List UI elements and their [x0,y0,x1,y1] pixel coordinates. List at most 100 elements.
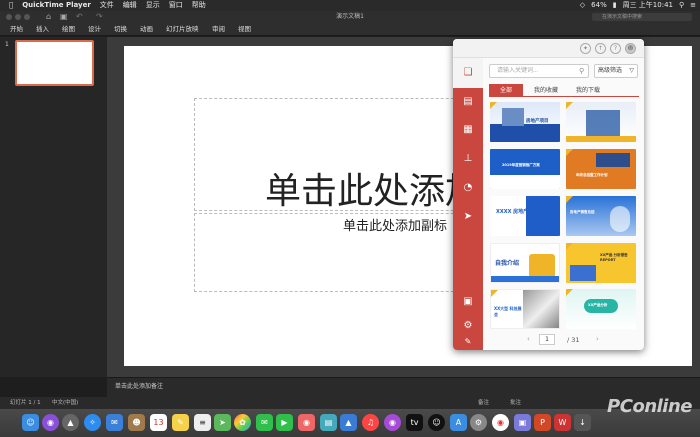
maps-icon[interactable]: ➤ [214,414,231,431]
template-1-label: 房地产项目 [526,119,549,124]
apple-icon[interactable]:  [9,0,13,11]
tab-slideshow[interactable]: 幻灯片放映 [166,23,199,36]
advanced-filter-label: 高级筛选 [598,67,623,74]
downloads-icon[interactable]: ↓ [574,414,591,431]
reminders-icon[interactable]: ≡ [194,414,211,431]
system-preferences-icon[interactable]: ⚙ [470,414,487,431]
siri-icon[interactable]: ◉ [42,414,59,431]
apple-tv-icon[interactable]: tv [406,414,423,431]
battery-percent: 64% [591,1,607,9]
safari-icon[interactable]: ✧ [84,414,101,431]
user-avatar[interactable]: ☻ [625,43,636,54]
numbers-icon[interactable]: ▤ [320,414,337,431]
tab-all[interactable]: 全部 [489,84,523,97]
search-icon[interactable]: ⚲ [579,67,584,75]
tab-favorites[interactable]: 我的收藏 [527,84,565,97]
page-total: / 31 [567,336,580,344]
tab-home[interactable]: 开始 [10,23,23,36]
notes-toggle[interactable]: 备注 [478,397,489,409]
template-thumb-8[interactable]: XX产品 分析报告 REPORT [566,243,636,283]
keynote-icon[interactable]: ▲ [340,414,357,431]
menu-edit[interactable]: 编辑 [123,0,137,11]
template-thumb-7[interactable]: 自我介绍 [490,243,560,283]
slide-thumbnail[interactable] [15,40,94,86]
bookmark-icon[interactable]: ❏ [462,67,474,79]
grid-icon[interactable]: ▦ [462,124,474,136]
tab-animations[interactable]: 动画 [140,23,153,36]
tab-transitions[interactable]: 切换 [114,23,127,36]
template-6-label: 房地产销售总结 [570,210,595,214]
chart-icon[interactable]: ◔ [462,182,474,194]
menu-app-name[interactable]: QuickTime Player [22,0,91,11]
help-icon[interactable]: ? [610,43,621,54]
app-icon[interactable]: ▣ [514,414,531,431]
finder-icon[interactable]: ☺ [22,414,39,431]
page-number-input[interactable]: 1 [539,334,555,345]
template-thumb-6[interactable]: 房地产销售总结 [566,196,636,236]
layout-icon[interactable]: ▤ [462,96,474,108]
contacts-icon[interactable]: ☻ [128,414,145,431]
app-store-icon[interactable]: A [450,414,467,431]
music-icon[interactable]: ♫ [362,414,379,431]
menu-file[interactable]: 文件 [100,0,114,11]
template-thumb-4[interactable]: 年终总结暨工作计划 [566,149,636,189]
wifi-icon[interactable]: ◇ [580,0,585,11]
tab-view[interactable]: 视图 [238,23,251,36]
template-thumb-1[interactable]: 房地产项目 [490,102,560,142]
mail-icon[interactable]: ✉ [106,414,123,431]
template-thumb-5[interactable]: XXXX 房地产业 [490,196,560,236]
photo-booth-icon[interactable]: ◉ [298,414,315,431]
powerpoint-icon[interactable]: P [534,414,551,431]
menu-window[interactable]: 窗口 [169,0,183,11]
notes-pane[interactable]: 单击此处添加备注 [107,377,700,397]
tab-review[interactable]: 审阅 [212,23,225,36]
wps-icon[interactable]: W [554,414,571,431]
notes-app-icon[interactable]: ✎ [172,414,189,431]
battery-icon[interactable]: ▮ [613,0,617,11]
tab-downloads[interactable]: 我的下载 [569,84,607,97]
title-placeholder-text[interactable]: 单击此处添加 [265,162,481,214]
tab-draw[interactable]: 绘图 [62,23,75,36]
comments-toggle[interactable]: 批注 [510,397,521,409]
facetime-icon[interactable]: ▶ [276,414,293,431]
qq-icon[interactable]: ☺ [428,414,445,431]
language-indicator[interactable]: 中文(中国) [52,397,78,409]
slide-thumbnail-number: 1 [5,41,9,48]
template-4-label: 年终总结暨工作计划 [576,173,608,177]
slide-count: 幻灯片 1 / 1 [10,400,41,406]
calendar-icon[interactable]: 13 [150,414,167,431]
subtitle-placeholder-text[interactable]: 单击此处添加副标 [343,215,447,234]
template-thumb-10[interactable]: XX产品分析 [566,289,636,329]
prev-page-icon[interactable]: ‹ [527,335,530,343]
watermark-logo: PConline [607,396,692,417]
pin-icon[interactable]: ↑ [595,43,606,54]
template-thumb-3[interactable]: 2019年度营销推广方案 [490,149,560,189]
org-chart-icon[interactable]: ⊥ [462,153,474,165]
tab-design[interactable]: 设计 [88,23,101,36]
settings-icon[interactable]: ✦ [580,43,591,54]
template-thumb-9[interactable]: XX大型 科技展会 [490,289,560,329]
menu-help[interactable]: 帮助 [192,0,206,11]
clock[interactable]: 周三 上午10:41 [623,0,673,11]
menu-view[interactable]: 显示 [146,0,160,11]
advanced-filter-button[interactable]: 高级筛选 ▽ [594,64,638,78]
chrome-icon[interactable]: ◉ [492,414,509,431]
rocket-icon[interactable]: ➤ [462,211,474,223]
next-page-icon[interactable]: › [596,335,599,343]
template-5-label: XXXX 房地产业 [496,209,534,215]
template-search-input[interactable] [489,64,589,78]
messages-icon[interactable]: ✉ [256,414,273,431]
podcasts-icon[interactable]: ◉ [384,414,401,431]
window-icon[interactable]: ▣ [462,296,474,308]
template-panel: ✦ ↑ ? ☻ ❏ ▤ ▦ ⊥ ◔ ➤ ▣ ⚙ ✎ ⚲ 高级筛选 ▽ 全部 我的… [453,39,644,350]
gear-icon[interactable]: ⚙ [462,320,474,332]
tab-insert[interactable]: 插入 [36,23,49,36]
pen-icon[interactable]: ✎ [462,336,474,348]
control-center-icon[interactable]: ≡ [690,0,696,11]
spotlight-icon[interactable]: ⚲ [679,0,684,11]
template-thumb-2[interactable] [566,102,636,142]
launchpad-icon[interactable]: ▲ [62,414,79,431]
status-bar: 幻灯片 1 / 1 中文(中国) 备注 批注 [0,397,700,409]
document-search-input[interactable]: 在演示文稿中搜索 [592,13,692,21]
photos-icon[interactable]: ✿ [234,414,251,431]
